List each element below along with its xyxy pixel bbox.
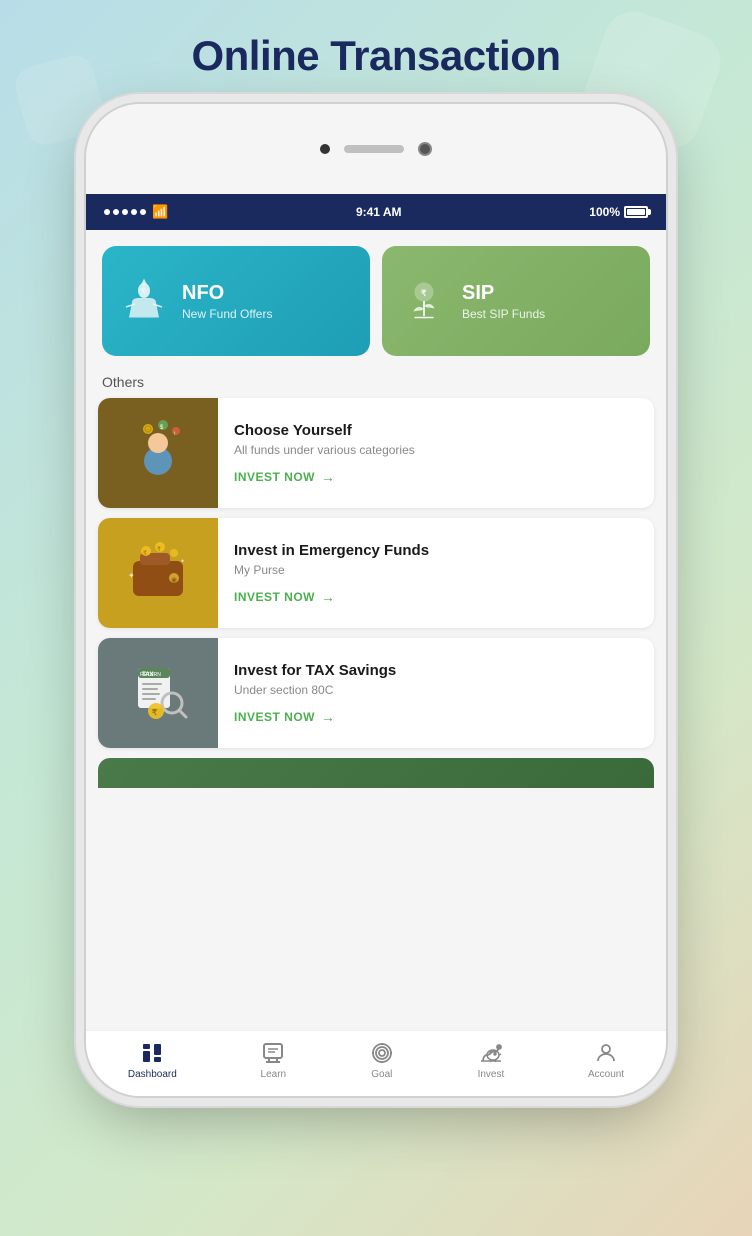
list-item-emergency[interactable]: ₹ ₹ ◉ ✦ ✦ Invest in Emergency Funds My P bbox=[98, 518, 654, 628]
dashboard-nav-label: Dashboard bbox=[128, 1069, 177, 1080]
nfo-title: NFO bbox=[182, 282, 272, 305]
emergency-arrow: → bbox=[321, 589, 336, 605]
tax-cta-label: INVEST NOW bbox=[234, 710, 315, 724]
emergency-subtitle: My Purse bbox=[234, 563, 429, 577]
app-content: ₹ NFO New Fund Offers bbox=[86, 230, 666, 1030]
nfo-icon: ₹ bbox=[118, 275, 170, 327]
svg-text:₹: ₹ bbox=[141, 287, 146, 296]
tax-image: TAX RETURN ₹ bbox=[98, 638, 218, 748]
svg-text:₹: ₹ bbox=[421, 289, 426, 298]
list-item-choose-yourself[interactable]: ⚙ $ ↑ Choose Yourself All funds under va… bbox=[98, 398, 654, 508]
learn-nav-label: Learn bbox=[261, 1069, 287, 1080]
phone-body: 📶 9:41 AM 100% ₹ bbox=[86, 104, 666, 1096]
svg-text:₹: ₹ bbox=[152, 708, 157, 717]
emergency-cta[interactable]: INVEST NOW → bbox=[234, 589, 429, 605]
signal-dots bbox=[104, 209, 146, 215]
goal-icon bbox=[370, 1041, 394, 1065]
choose-yourself-arrow: → bbox=[321, 469, 336, 485]
others-section-label: Others bbox=[86, 364, 666, 398]
choose-yourself-cta[interactable]: INVEST NOW → bbox=[234, 469, 415, 485]
nav-item-learn[interactable]: Learn bbox=[261, 1041, 287, 1080]
tax-arrow: → bbox=[321, 709, 336, 725]
wifi-icon: 📶 bbox=[152, 204, 168, 220]
choose-yourself-subtitle: All funds under various categories bbox=[234, 443, 415, 457]
battery-percent: 100% bbox=[589, 205, 620, 219]
status-bar: 📶 9:41 AM 100% bbox=[86, 194, 666, 230]
svg-text:✦: ✦ bbox=[128, 571, 135, 580]
invest-nav-label: Invest bbox=[478, 1069, 505, 1080]
choose-yourself-image: ⚙ $ ↑ bbox=[98, 398, 218, 508]
emergency-content: Invest in Emergency Funds My Purse INVES… bbox=[218, 518, 445, 628]
phone-top-bar bbox=[86, 104, 666, 194]
front-camera bbox=[320, 144, 330, 154]
status-time: 9:41 AM bbox=[356, 205, 402, 219]
svg-text:RETURN: RETURN bbox=[140, 672, 161, 678]
nav-item-invest[interactable]: Invest bbox=[478, 1041, 505, 1080]
battery-fill bbox=[627, 209, 645, 215]
invest-icon bbox=[479, 1041, 503, 1065]
svg-text:₹: ₹ bbox=[143, 550, 147, 557]
tax-cta[interactable]: INVEST NOW → bbox=[234, 709, 396, 725]
sip-subtitle: Best SIP Funds bbox=[462, 307, 545, 321]
svg-text:₹: ₹ bbox=[157, 546, 161, 553]
battery-container: 100% bbox=[589, 205, 648, 219]
nfo-card-text: NFO New Fund Offers bbox=[182, 282, 272, 321]
status-left: 📶 bbox=[104, 204, 168, 220]
nfo-card[interactable]: ₹ NFO New Fund Offers bbox=[102, 246, 370, 356]
choose-yourself-content: Choose Yourself All funds under various … bbox=[218, 398, 431, 508]
svg-text:◉: ◉ bbox=[171, 577, 177, 584]
sip-icon: ₹ bbox=[398, 275, 450, 327]
nav-item-goal[interactable]: Goal bbox=[370, 1041, 394, 1080]
tax-title: Invest for TAX Savings bbox=[234, 662, 396, 679]
svg-text:↑: ↑ bbox=[173, 431, 176, 437]
list-item-tax[interactable]: TAX RETURN ₹ bbox=[98, 638, 654, 748]
account-nav-label: Account bbox=[588, 1069, 624, 1080]
learn-icon bbox=[261, 1041, 285, 1065]
nav-item-account[interactable]: Account bbox=[588, 1041, 624, 1080]
choose-yourself-cta-label: INVEST NOW bbox=[234, 470, 315, 484]
battery-icon bbox=[624, 206, 648, 218]
nav-item-dashboard[interactable]: Dashboard bbox=[128, 1041, 177, 1080]
bottom-nav: Dashboard Learn bbox=[86, 1030, 666, 1096]
tax-content: Invest for TAX Savings Under section 80C… bbox=[218, 638, 412, 748]
sip-card[interactable]: ₹ SIP Best SIP Funds bbox=[382, 246, 650, 356]
emergency-image: ₹ ₹ ◉ ✦ ✦ bbox=[98, 518, 218, 628]
account-icon bbox=[594, 1041, 618, 1065]
emergency-title: Invest in Emergency Funds bbox=[234, 542, 429, 559]
goal-nav-label: Goal bbox=[371, 1069, 392, 1080]
choose-yourself-title: Choose Yourself bbox=[234, 422, 415, 439]
speaker bbox=[344, 145, 404, 153]
phone-frame: 📶 9:41 AM 100% ₹ bbox=[0, 104, 752, 1096]
svg-text:✦: ✦ bbox=[180, 558, 185, 565]
camera-dot bbox=[418, 142, 432, 156]
camera-area bbox=[320, 142, 432, 156]
sip-card-text: SIP Best SIP Funds bbox=[462, 282, 545, 321]
nfo-subtitle: New Fund Offers bbox=[182, 307, 272, 321]
partial-card bbox=[98, 758, 654, 788]
others-list: ⚙ $ ↑ Choose Yourself All funds under va… bbox=[86, 398, 666, 748]
tax-subtitle: Under section 80C bbox=[234, 683, 396, 697]
emergency-cta-label: INVEST NOW bbox=[234, 590, 315, 604]
svg-text:⚙: ⚙ bbox=[145, 428, 150, 435]
dashboard-icon bbox=[140, 1041, 164, 1065]
sip-title: SIP bbox=[462, 282, 545, 305]
top-cards-row: ₹ NFO New Fund Offers bbox=[86, 230, 666, 364]
